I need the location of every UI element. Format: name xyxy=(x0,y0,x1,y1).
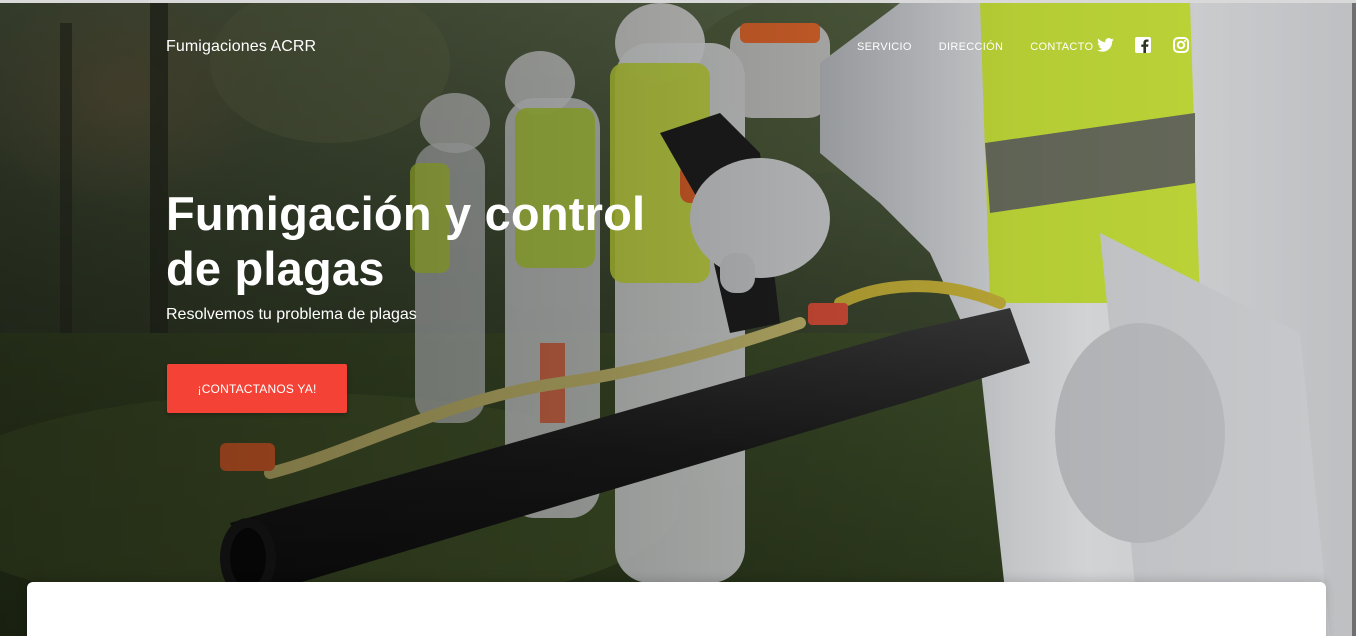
navbar: Fumigaciones ACRR SERVICIO DIRECCIÓN CON… xyxy=(0,3,1356,93)
nav-link-contacto[interactable]: CONTACTO xyxy=(1030,41,1093,53)
hero-subtitle: Resolvemos tu problema de plagas xyxy=(166,306,417,323)
hero-content: Fumigación y control de plagas Resolvemo… xyxy=(166,186,686,324)
instagram-icon[interactable] xyxy=(1172,36,1190,54)
twitter-icon[interactable] xyxy=(1096,36,1114,54)
brand-logo-link[interactable]: Fumigaciones ACRR xyxy=(166,38,316,56)
top-border xyxy=(0,0,1356,3)
main-content-card xyxy=(27,582,1326,636)
page-edge xyxy=(1352,3,1356,636)
nav-link-servicio[interactable]: SERVICIO xyxy=(857,41,912,53)
nav-links: SERVICIO DIRECCIÓN CONTACTO xyxy=(857,41,1120,53)
hero-title: Fumigación y control de plagas xyxy=(166,186,686,296)
hero-title-line1: Fumigación y control xyxy=(166,187,646,240)
social-icons xyxy=(1096,36,1210,54)
nav-link-direccion[interactable]: DIRECCIÓN xyxy=(939,41,1003,53)
page: Fumigaciones ACRR SERVICIO DIRECCIÓN CON… xyxy=(0,0,1356,636)
facebook-icon[interactable] xyxy=(1134,36,1152,54)
contact-cta-button[interactable]: ¡CONTACTANOS YA! xyxy=(167,364,347,413)
hero-title-line2: de plagas xyxy=(166,242,385,295)
